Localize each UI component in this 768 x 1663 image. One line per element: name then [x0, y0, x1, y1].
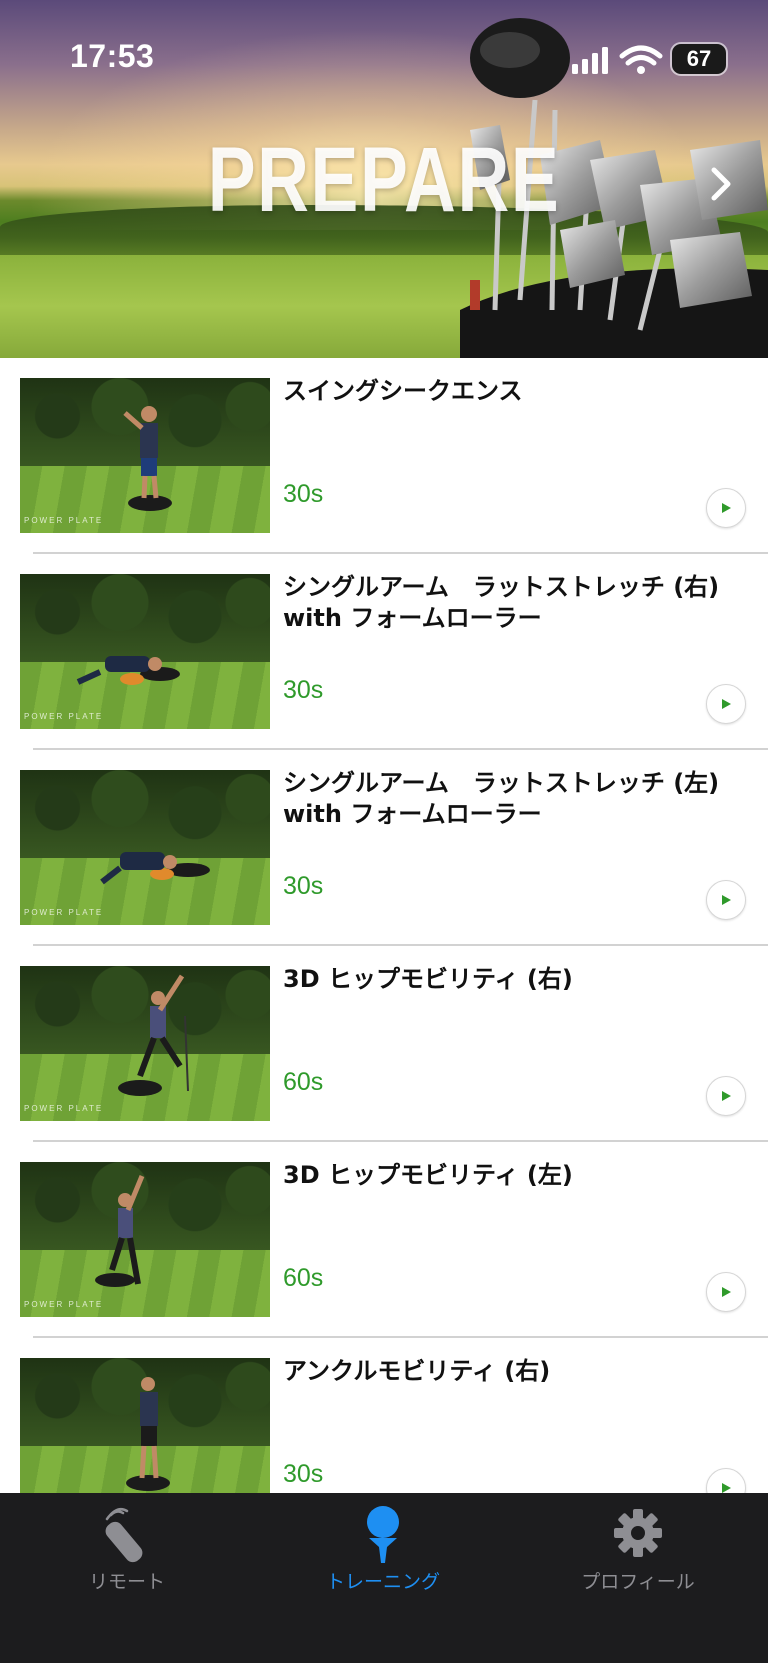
exercise-thumbnail[interactable]: POWER PLATE	[20, 770, 270, 925]
exercise-row[interactable]: POWER PLATE 3D ヒップモビリティ (左) 60s	[0, 1142, 768, 1338]
exercise-title: シングルアーム ラットストレッチ (右) with フォームローラー	[283, 573, 720, 632]
tab-training[interactable]: トレーニング	[283, 1505, 483, 1595]
exercise-title: シングルアーム ラットストレッチ (左) with フォームローラー	[283, 769, 720, 828]
athlete-figure	[123, 406, 172, 511]
brand-watermark: POWER PLATE	[24, 908, 104, 917]
exercise-thumbnail[interactable]: POWER PLATE	[20, 574, 270, 729]
brand-watermark: POWER PLATE	[24, 1104, 104, 1113]
exercise-duration: 30s	[283, 1460, 324, 1488]
golf-tee-icon	[367, 1506, 399, 1563]
brand-watermark: POWER PLATE	[24, 712, 104, 721]
play-icon	[722, 1091, 731, 1101]
exercise-thumbnail[interactable]: POWER PLATE	[20, 1358, 270, 1493]
exercise-title: 3D ヒップモビリティ (右)	[283, 965, 573, 993]
play-icon	[722, 1287, 731, 1297]
exercise-list[interactable]: POWER PLATE スイングシークエンス 30s POWER PLATE シ…	[0, 358, 768, 1493]
athlete-figure	[76, 656, 180, 685]
remote-icon	[105, 1508, 143, 1563]
play-button[interactable]	[706, 684, 746, 724]
gear-icon	[614, 1509, 662, 1557]
tab-profile[interactable]: プロフィール	[538, 1505, 738, 1595]
exercise-row[interactable]: POWER PLATE アンクルモビリティ (右) 30s	[0, 1338, 768, 1493]
exercise-row[interactable]: POWER PLATE 3D ヒップモビリティ (右) 60s	[0, 946, 768, 1142]
exercise-duration: 30s	[283, 676, 324, 704]
athlete-figure	[118, 974, 189, 1096]
athlete-figure	[95, 1175, 145, 1287]
athlete-figure	[100, 852, 210, 885]
play-button[interactable]	[706, 880, 746, 920]
chevron-right-icon[interactable]	[708, 164, 736, 204]
brand-watermark: POWER PLATE	[24, 516, 104, 525]
tab-label: プロフィール	[581, 1571, 695, 1593]
athlete-figure	[126, 1377, 170, 1491]
battery-indicator: 67	[672, 44, 726, 74]
tab-label: リモート	[88, 1571, 165, 1593]
tab-remote[interactable]: リモート	[27, 1505, 227, 1595]
play-button[interactable]	[706, 488, 746, 528]
exercise-duration: 30s	[283, 480, 324, 508]
play-icon	[722, 1483, 731, 1493]
hero-title: PREPARE	[207, 129, 561, 231]
exercise-title: 3D ヒップモビリティ (左)	[283, 1161, 573, 1189]
exercise-duration: 30s	[283, 872, 324, 900]
exercise-thumbnail[interactable]: POWER PLATE	[20, 1162, 270, 1317]
exercise-duration: 60s	[283, 1264, 324, 1292]
exercise-row[interactable]: POWER PLATE スイングシークエンス 30s	[0, 358, 768, 554]
tab-label: トレーニング	[325, 1571, 440, 1593]
play-icon	[722, 503, 731, 513]
exercise-thumbnail[interactable]: POWER PLATE	[20, 378, 270, 533]
exercise-title: スイングシークエンス	[283, 377, 523, 405]
brand-watermark: POWER PLATE	[24, 1300, 104, 1309]
exercise-thumbnail[interactable]: POWER PLATE	[20, 966, 270, 1121]
exercise-title: アンクルモビリティ (右)	[283, 1357, 551, 1385]
exercise-row[interactable]: POWER PLATE シングルアーム ラットストレッチ (左) with フォ…	[0, 750, 768, 946]
tab-bar: リモート トレーニング プロフィール	[0, 1493, 768, 1663]
exercise-row[interactable]: POWER PLATE シングルアーム ラットストレッチ (右) with フォ…	[0, 554, 768, 750]
play-button[interactable]	[706, 1468, 746, 1493]
play-icon	[722, 699, 731, 709]
hero-banner[interactable]: 17:53 67 PREPARE	[0, 0, 768, 358]
exercise-duration: 60s	[283, 1068, 324, 1096]
play-button[interactable]	[706, 1076, 746, 1116]
play-icon	[722, 895, 731, 905]
play-button[interactable]	[706, 1272, 746, 1312]
status-time: 17:53	[70, 38, 155, 74]
